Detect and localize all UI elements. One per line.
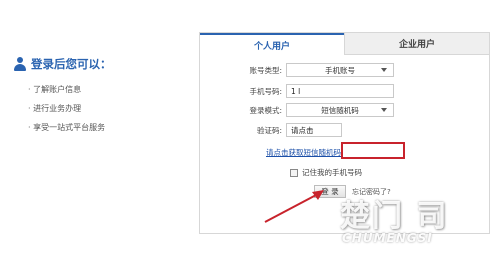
account-type-select[interactable]: 手机账号 <box>286 63 394 77</box>
account-type-value: 手机账号 <box>325 65 355 75</box>
account-type-row: 账号类型: 手机账号 <box>200 63 394 77</box>
phone-label: 手机号码: <box>249 86 282 96</box>
login-mode-select[interactable]: 短信随机码 <box>286 103 394 117</box>
phone-row: 手机号码: 1 l <box>200 84 394 98</box>
get-sms-code-link[interactable]: 请点击获取短信随机码 <box>266 147 341 158</box>
red-arrow-annotation <box>264 190 324 223</box>
benefit-item: · 了解账户信息 <box>28 85 82 94</box>
phone-input[interactable]: 1 l <box>286 84 394 98</box>
benefit-item: · 享受一站式平台服务 <box>28 123 106 132</box>
benefits-list: · 了解账户信息 · 进行业务办理 · 享受一站式平台服务 <box>14 80 194 137</box>
watermark-en: CHUMENGSI <box>342 231 433 245</box>
watermark-logo: 楚门 司 CHUMENGSI <box>332 191 494 249</box>
tab-personal-user[interactable]: 个人用户 <box>200 33 344 55</box>
tab-enterprise-user[interactable]: 企业用户 <box>344 33 489 55</box>
benefits-title: 登录后您可以： <box>31 57 112 71</box>
benefits-title-row: 登录后您可以： <box>14 56 194 72</box>
chevron-down-icon <box>381 108 387 112</box>
user-icon <box>14 57 26 71</box>
login-mode-label: 登录模式: <box>249 105 282 115</box>
account-type-label: 账号类型: <box>249 65 282 75</box>
chevron-down-icon <box>381 68 387 72</box>
captcha-input[interactable]: 请点击 <box>286 123 342 137</box>
captcha-label: 验证码: <box>256 125 282 135</box>
benefit-item: · 进行业务办理 <box>28 104 82 113</box>
login-mode-row: 登录模式: 短信随机码 <box>200 103 394 117</box>
watermark-cn: 楚门 司 <box>340 199 449 234</box>
captcha-row: 验证码: 请点击 <box>200 123 342 137</box>
remember-phone-row: 记住我的手机号码 <box>290 167 362 178</box>
user-type-tabs: 个人用户 企业用户 <box>200 33 489 55</box>
remember-phone-label: 记住我的手机号码 <box>302 168 362 177</box>
login-benefits-panel: 登录后您可以： · 了解账户信息 · 进行业务办理 · 享受一站式平台服务 <box>14 56 194 137</box>
login-mode-value: 短信随机码 <box>321 105 359 115</box>
sms-code-input-highlighted[interactable] <box>341 142 405 159</box>
remember-phone-checkbox[interactable] <box>290 168 298 177</box>
